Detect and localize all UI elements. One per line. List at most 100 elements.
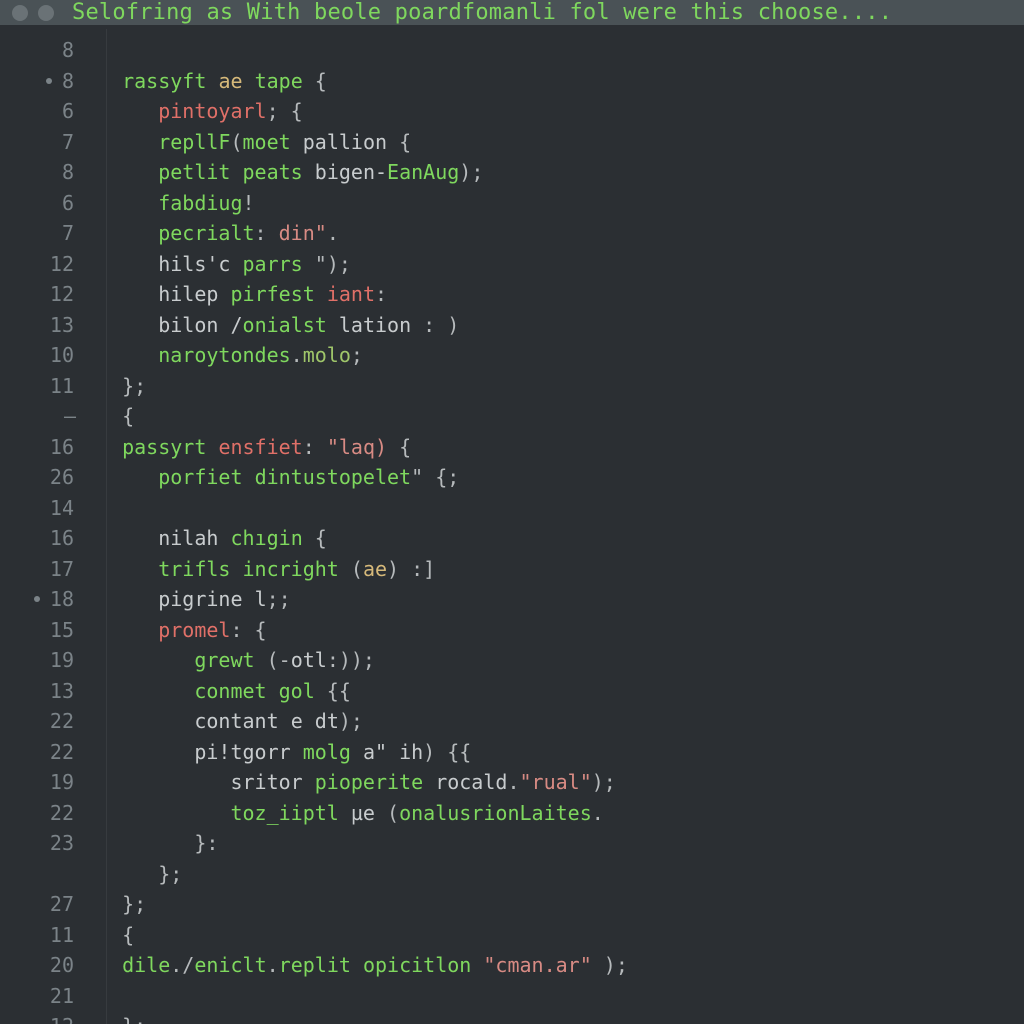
code-line[interactable]: contant e dt); [98, 706, 1024, 737]
close-icon[interactable] [12, 5, 28, 21]
code-line[interactable]: }; [98, 889, 1024, 920]
token: conmet [194, 676, 266, 707]
code-line[interactable]: pigrine l;; [98, 584, 1024, 615]
code-line[interactable]: pecrialt: din". [98, 218, 1024, 249]
line-number: 14 [0, 493, 82, 524]
line-number: 27 [0, 889, 82, 920]
code-line[interactable]: nilah chıgin { [98, 523, 1024, 554]
line-number: 12 [0, 279, 82, 310]
code-line[interactable]: toz_iiptl µe (onalusrionLaites. [98, 798, 1024, 829]
token [122, 340, 158, 371]
token: { [122, 401, 134, 432]
line-number: 19 [0, 645, 82, 676]
code-line[interactable]: rassyft ae tape { [98, 66, 1024, 97]
token: . [507, 767, 519, 798]
code-line[interactable]: conmet gol {{ [98, 676, 1024, 707]
token: ( [375, 798, 399, 829]
code-line[interactable]: promel: { [98, 615, 1024, 646]
line-number: 15 [0, 615, 82, 646]
token: . [267, 950, 279, 981]
token [122, 737, 194, 768]
token [230, 157, 242, 188]
code-line[interactable] [98, 493, 1024, 524]
token: eniclt [194, 950, 266, 981]
editor-area[interactable]: 88678671212131011—1626141617181519132222… [0, 25, 1024, 1024]
token: µe [351, 798, 375, 829]
token: ( [230, 127, 242, 158]
token: ae [218, 66, 242, 97]
line-number [0, 859, 82, 890]
minimize-icon[interactable] [38, 5, 54, 21]
code-line[interactable]: }; [98, 1011, 1024, 1024]
token: pirfest [230, 279, 314, 310]
token [471, 950, 483, 981]
token: passyrt [122, 432, 206, 463]
code-line[interactable] [98, 981, 1024, 1012]
token: chıgin [230, 523, 302, 554]
line-number: 22 [0, 798, 82, 829]
line-number: 12 [0, 249, 82, 280]
code-content[interactable]: rassyft ae tape { pintoyarl; { repllF(mo… [92, 29, 1024, 1024]
code-line[interactable]: sritor pioperite rocald."rual"); [98, 767, 1024, 798]
code-line[interactable]: passyrt ensfiet: "laq) { [98, 432, 1024, 463]
code-line[interactable]: dile./eniclt.replit opicitlon "cman.ar" … [98, 950, 1024, 981]
token: : ) [411, 310, 459, 341]
token [122, 828, 194, 859]
token: ;; [267, 584, 291, 615]
code-line[interactable]: repllF(moet pallion { [98, 127, 1024, 158]
token [327, 310, 339, 341]
code-line[interactable] [98, 35, 1024, 66]
token: : [375, 279, 387, 310]
code-line[interactable]: pintoyarl; { [98, 96, 1024, 127]
token [122, 96, 158, 127]
code-line[interactable]: }: [98, 828, 1024, 859]
token [122, 188, 158, 219]
code-line[interactable]: pi!tgorr molg a" ih) {{ [98, 737, 1024, 768]
token: rocald [435, 767, 507, 798]
line-number: 8 [0, 157, 82, 188]
token: ) :] [387, 554, 435, 585]
token: dt [315, 706, 339, 737]
code-line[interactable]: petlit peats bigen-EanAug); [98, 157, 1024, 188]
token [122, 279, 158, 310]
line-number: 23 [0, 828, 82, 859]
token [122, 523, 158, 554]
code-line[interactable]: hils'c parrs "); [98, 249, 1024, 280]
token [303, 157, 315, 188]
code-line[interactable]: bilon /onialst lation : ) [98, 310, 1024, 341]
token: pecrialt [158, 218, 254, 249]
token: { [387, 432, 411, 463]
code-line[interactable]: }; [98, 859, 1024, 890]
code-line[interactable]: fabdiug! [98, 188, 1024, 219]
token: pigrine [158, 584, 242, 615]
token: dile [122, 950, 170, 981]
code-line[interactable]: trifls incright (ae) :] [98, 554, 1024, 585]
token: otl [291, 645, 327, 676]
token: . [592, 798, 604, 829]
token [267, 676, 279, 707]
token: opicitlon [363, 950, 471, 981]
token: }; [158, 859, 182, 890]
code-line[interactable]: }; [98, 371, 1024, 402]
code-line[interactable]: porfiet dintustopelet" {; [98, 462, 1024, 493]
token: din" [279, 218, 327, 249]
line-number: 22 [0, 706, 82, 737]
code-line[interactable]: hilep pirfest iant: [98, 279, 1024, 310]
token: gol [279, 676, 315, 707]
token: onialst [243, 310, 327, 341]
token [218, 523, 230, 554]
token: : [303, 432, 327, 463]
token [122, 310, 158, 341]
token [122, 767, 230, 798]
code-line[interactable]: { [98, 401, 1024, 432]
code-line[interactable]: grewt (-otl:)); [98, 645, 1024, 676]
token: hilep [158, 279, 218, 310]
code-line[interactable]: { [98, 920, 1024, 951]
line-number: 7 [0, 218, 82, 249]
code-line[interactable]: naroytondes.molo; [98, 340, 1024, 371]
titlebar[interactable]: Selofring as With beole poardfomanli fol… [0, 0, 1024, 25]
line-number: 7 [0, 127, 82, 158]
token: : { [230, 615, 266, 646]
token [206, 66, 218, 97]
token: trifls [158, 554, 230, 585]
